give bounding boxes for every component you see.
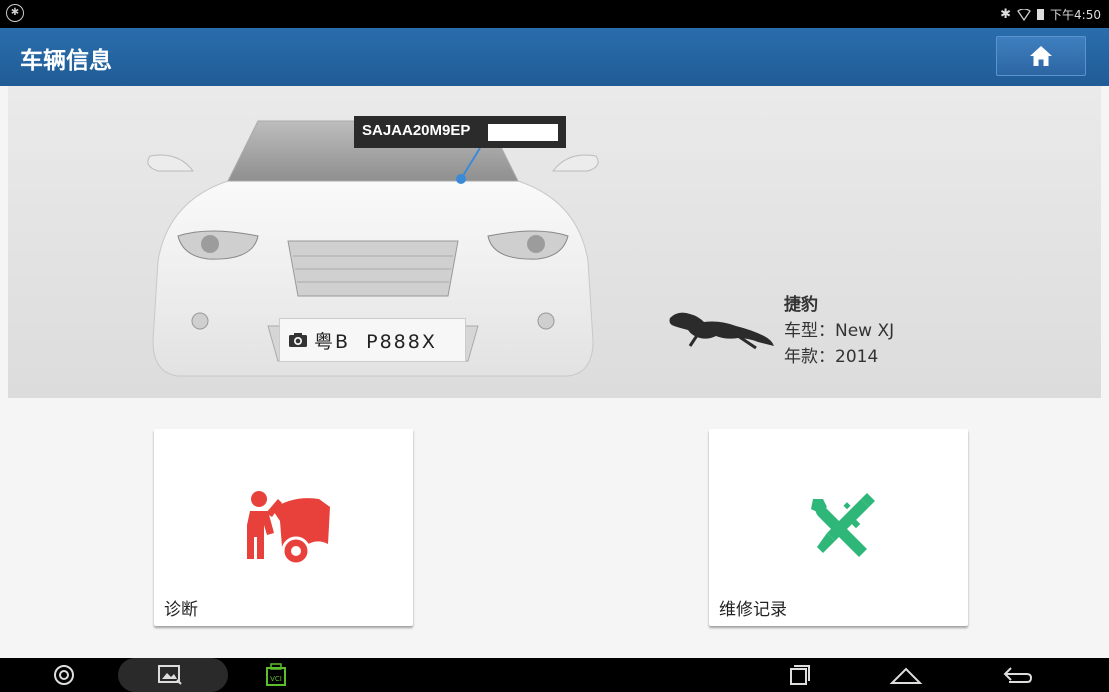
screenshot-icon[interactable] [150,658,190,692]
brand-name: 捷豹 [784,295,818,315]
wifi-icon [1017,8,1031,21]
mechanic-car-icon [247,491,330,566]
repair-records-card[interactable]: 维修记录 [709,429,968,626]
vci-icon[interactable]: VCI [256,658,296,692]
model-label: 车型： [784,321,835,341]
vin-label: SAJAA20M9EP [354,116,566,148]
browser-icon[interactable] [44,658,84,692]
vehicle-info: 捷豹 车型：New XJ 年款：2014 [784,292,894,370]
model-row: 车型：New XJ [784,318,894,344]
license-plate[interactable]: 粤B P888X [279,318,466,362]
tools-icon [811,493,875,557]
vehicle-hero: SAJAA20M9EP 粤B P888X 捷豹 车型：New XJ 年款：201… [8,86,1101,398]
app-header: 车辆信息 [0,28,1109,86]
model-value: New XJ [835,321,895,341]
camera-icon [289,333,307,347]
vci-label: VCI [270,675,282,683]
status-bar: ✱ ✱ 下午4:50 [0,0,1109,28]
diagnosis-card[interactable]: 诊断 [154,429,413,626]
battery-icon [1037,9,1045,20]
home-icon [1030,46,1052,66]
page-title: 车辆信息 [20,48,112,74]
home-nav-icon[interactable] [886,658,926,692]
vin-redaction [488,124,558,141]
back-icon[interactable] [998,658,1038,692]
system-nav-bar: VCI [0,658,1109,692]
year-value: 2014 [835,347,879,367]
vin-text: SAJAA20M9EP [362,122,471,139]
status-time: 下午4:50 [1050,8,1101,22]
year-row: 年款：2014 [784,344,894,370]
app-status-icon: ✱ [6,4,24,22]
jaguar-logo-icon [669,312,774,350]
recent-apps-icon[interactable] [780,658,820,692]
year-label: 年款： [784,347,835,367]
status-indicators: ✱ 下午4:50 [1000,6,1101,23]
diagnosis-label: 诊断 [164,600,198,620]
home-button[interactable] [996,36,1086,76]
repair-records-label: 维修记录 [719,600,787,620]
bluetooth-icon: ✱ [1000,7,1012,22]
plate-number: 粤B P888X [314,330,437,353]
